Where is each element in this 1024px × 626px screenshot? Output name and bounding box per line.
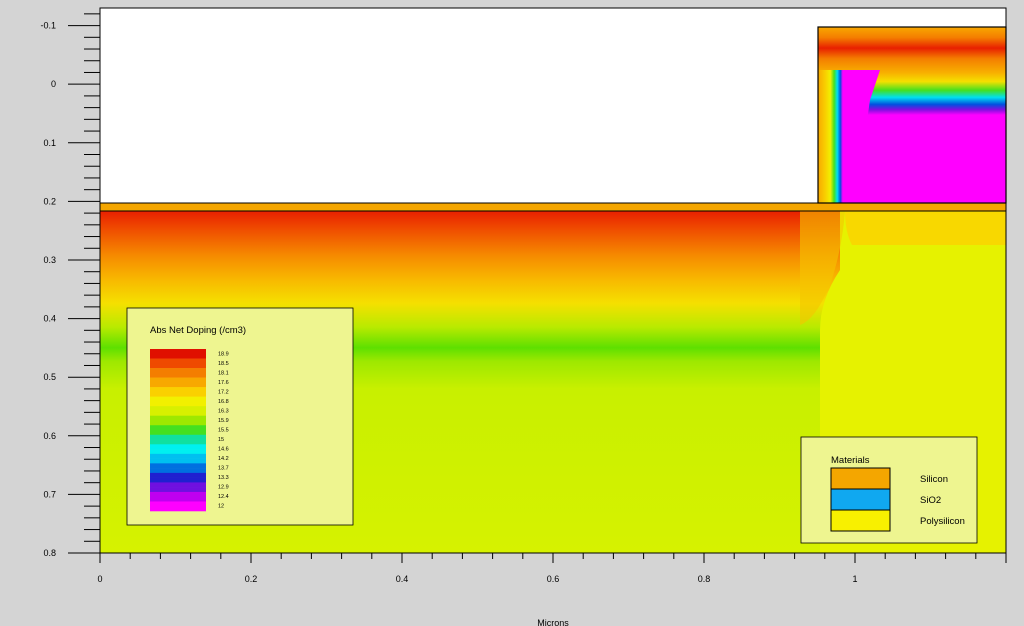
colorbar-swatch [150,425,206,431]
colorbar-label: 18.5 [218,361,229,367]
colorbar-swatch [150,458,206,464]
y-tick-label: 0 [51,79,56,89]
colorbar-label: 17.6 [218,380,229,386]
y-tick-label: -0.1 [40,21,56,31]
colorbar-label: 15 [218,437,224,443]
colorbar-label: 13.3 [218,475,229,481]
colorbar-swatch [150,463,206,469]
material-swatch [830,467,891,490]
colorbar-label: 16.3 [218,408,229,414]
colorbar-label: 14.2 [218,456,229,462]
y-tick-label: 0.2 [43,196,56,206]
colorbar-label: 16.8 [218,399,229,405]
material-swatch [830,488,891,511]
colorbar-swatch [150,496,206,502]
colorbar-swatch [150,434,206,440]
colorbar-swatch [150,501,206,507]
colorbar-swatch [150,406,206,412]
colorbar-swatch [150,401,206,407]
substrate-gate-orange [845,211,1006,245]
colorbar-label: 17.2 [218,389,229,395]
x-tick-label: 0 [97,574,102,584]
colorbar-swatch [150,444,206,450]
x-tick-label: 0.4 [396,574,409,584]
colorbar-label: 18.1 [218,370,229,376]
colorbar-swatch [150,453,206,459]
y-tick-label: 0.6 [43,431,56,441]
colorbar-swatch [150,410,206,417]
doping-legend: Abs Net Doping (/cm3) 18.9 18.5 18.1 17.6 17… [126,307,354,526]
oxide-layer [99,202,1007,212]
x-axis-ticks: 0 0.2 0.4 0.6 0.8 1 [97,553,1007,584]
colorbar-swatch [150,449,206,455]
colorbar-swatch [150,487,206,493]
material-label: Polysilicon [920,516,965,527]
y-tick-label: 0.8 [43,548,56,558]
colorbar-label: 12.4 [218,494,229,500]
colorbar-label: 15.9 [218,418,229,424]
colorbar-swatch [150,391,206,397]
material-swatch [830,509,891,532]
x-tick-label: 1 [852,574,857,584]
colorbar-swatch [150,420,206,426]
colorbar-swatch [150,468,206,474]
colorbar-swatch [150,349,206,355]
materials-legend-title: Materials [831,455,870,466]
x-tick-label: 0.2 [245,574,258,584]
colorbar-label: 18.9 [218,351,229,357]
colorbar-label: 12.9 [218,485,229,491]
colorbar-swatch [150,396,206,402]
x-tick-label: 0.8 [698,574,711,584]
y-axis-ticks: -0.1 0 0.1 0.2 0.3 0.4 0.5 0.6 0.7 0.8 [40,13,100,558]
colorbar-swatch [150,430,206,436]
y-tick-label: 0.3 [43,255,56,265]
colorbar-swatch [150,415,206,421]
y-tick-label: 0.7 [43,489,56,499]
colorbar-swatch [150,377,206,383]
colorbar-swatch [150,439,206,445]
colorbar-label: 14.6 [218,447,229,453]
colorbar-swatch [150,358,206,364]
material-label: SiO2 [920,495,941,506]
colorbar-label: 12 [218,504,224,510]
y-tick-label: 0.5 [43,372,56,382]
colorbar-swatch [150,363,206,369]
colorbar-swatch [150,491,206,498]
colorbar-swatch [150,353,206,359]
colorbar-swatch [150,372,206,378]
colorbar-swatch [150,482,206,488]
colorbar-swatch [150,506,206,512]
y-tick-label: 0.1 [43,138,56,148]
colorbar-swatch [150,387,206,393]
material-label: Silicon [920,474,948,485]
colorbar-swatch [150,368,206,374]
colorbar-swatch [150,472,206,478]
x-tick-label: 0.6 [547,574,560,584]
doping-legend-title: Abs Net Doping (/cm3) [150,325,246,336]
colorbar-swatch [150,477,206,483]
y-tick-label: 0.4 [43,314,56,324]
materials-legend: Materials Silicon SiO2 Polysilicon [800,436,978,544]
doping-plot: -0.1 0 0.1 0.2 0.3 0.4 0.5 0.6 0.7 0.8 0 0.2 0.4 0.6… [40,7,1007,626]
x-axis-title: Microns [537,618,569,626]
colorbar-swatch [150,382,206,388]
colorbar-label: 13.7 [218,466,229,472]
colorbar-label: 15.5 [218,428,229,434]
